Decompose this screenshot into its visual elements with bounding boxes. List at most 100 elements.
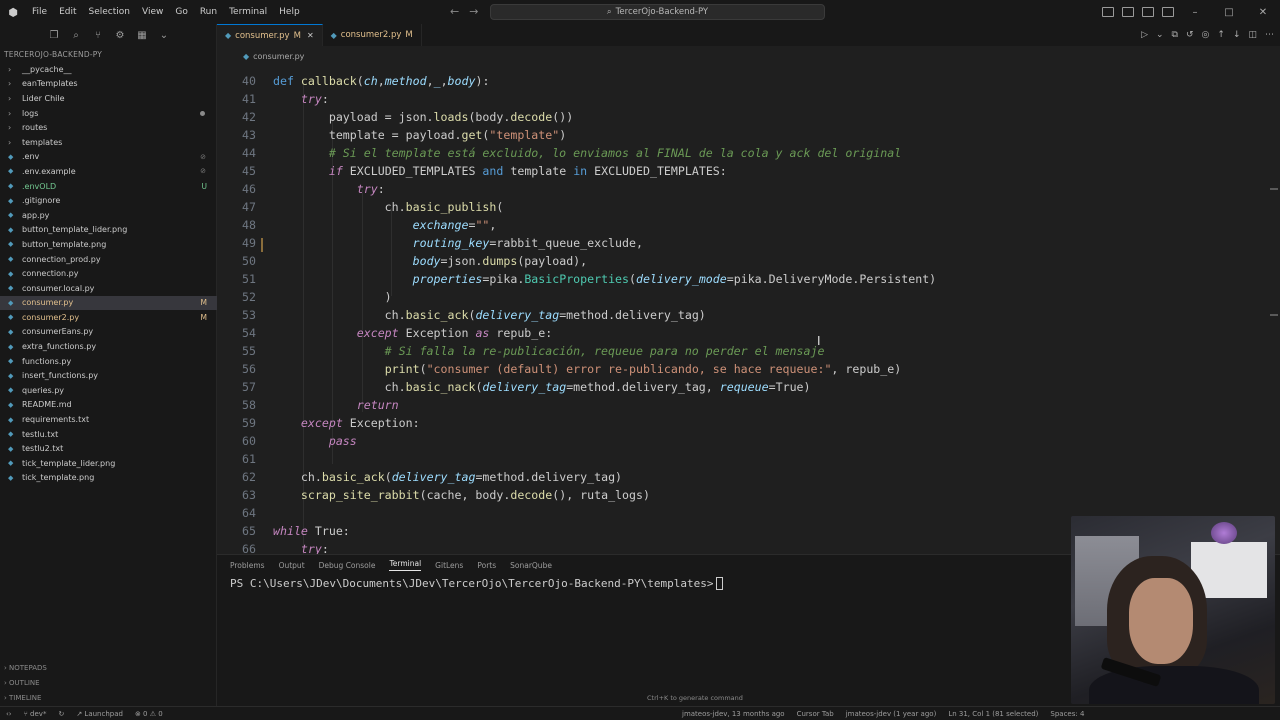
menu-edit[interactable]: Edit	[53, 0, 82, 24]
tree-file[interactable]: ◆ README.md	[0, 398, 217, 413]
tree-file[interactable]: ◆ .envOLD U	[0, 179, 217, 194]
tree-file[interactable]: ◆ testlu2.txt	[0, 441, 217, 456]
section-outline[interactable]: › OUTLINE	[0, 676, 217, 691]
menu-run[interactable]: Run	[194, 0, 223, 24]
menu-view[interactable]: View	[136, 0, 169, 24]
code-token: try	[356, 182, 378, 196]
tree-folder[interactable]: › templates	[0, 135, 217, 150]
tree-folder[interactable]: › __pycache__	[0, 62, 217, 77]
tree-file[interactable]: ◆ requirements.txt	[0, 412, 217, 427]
tree-folder[interactable]: › routes	[0, 120, 217, 135]
explorer-icon[interactable]: ❐	[46, 30, 62, 41]
menu-help[interactable]: Help	[273, 0, 306, 24]
tree-file[interactable]: ◆ button_template.png	[0, 237, 217, 252]
tab-consumer-py[interactable]: ◆ consumer.py M ✕	[217, 24, 323, 46]
close-window-icon[interactable]: ✕	[1246, 7, 1280, 18]
source-control-icon[interactable]: ⑂	[90, 30, 106, 41]
author-status[interactable]: jmateos-jdev (1 year ago)	[840, 710, 943, 718]
maximize-icon[interactable]: □	[1212, 7, 1246, 18]
tree-file[interactable]: ◆ connection_prod.py	[0, 252, 217, 267]
panel-tab-gitlens[interactable]: GitLens	[435, 561, 463, 570]
toggle-panel-icon[interactable]	[1122, 7, 1134, 17]
panel-tab-output[interactable]: Output	[279, 561, 305, 570]
breadcrumb-file[interactable]: consumer.py	[253, 52, 304, 61]
tree-file[interactable]: ◆ consumer2.py M	[0, 310, 217, 325]
git-blame-status[interactable]: jmateos-jdev, 13 months ago	[676, 710, 791, 718]
git-history-icon[interactable]: ↺	[1186, 30, 1194, 40]
launchpad-status[interactable]: ↗ Launchpad	[70, 710, 129, 718]
open-changes-icon[interactable]: ◎	[1202, 30, 1210, 40]
tree-file[interactable]: ◆ button_template_lider.png	[0, 223, 217, 238]
next-change-icon[interactable]: ↓	[1233, 30, 1241, 40]
tab-consumer2-py[interactable]: ◆ consumer2.py M	[323, 24, 422, 46]
editor-scrollbar[interactable]	[1268, 66, 1280, 554]
tree-file[interactable]: ◆ functions.py	[0, 354, 217, 369]
tree-file[interactable]: ◆ tick_template.png	[0, 471, 217, 486]
menu-file[interactable]: File	[26, 0, 53, 24]
menu-selection[interactable]: Selection	[83, 0, 136, 24]
panel-tab-terminal[interactable]: Terminal	[389, 559, 422, 571]
code-token: :	[377, 182, 385, 196]
close-tab-icon[interactable]: ✕	[307, 31, 314, 40]
run-debug-icon[interactable]: ▦	[134, 30, 150, 41]
menu-terminal[interactable]: Terminal	[223, 0, 273, 24]
tree-file[interactable]: ◆ .gitignore	[0, 193, 217, 208]
run-file-icon[interactable]: ▷	[1141, 30, 1148, 40]
panel-tab-problems[interactable]: Problems	[230, 561, 265, 570]
terminal-prompt[interactable]: PS C:\Users\JDev\Documents\JDev\TercerOj…	[230, 577, 724, 590]
tree-file[interactable]: ◆ extra_functions.py	[0, 339, 217, 354]
tree-file[interactable]: ◆ testlu.txt	[0, 427, 217, 442]
back-arrow-icon[interactable]: ←	[450, 0, 459, 24]
extensions-icon[interactable]: ⚙	[112, 30, 128, 41]
panel-tab-sonarqube[interactable]: SonarQube	[510, 561, 552, 570]
previous-change-icon[interactable]: ↑	[1217, 30, 1225, 40]
tree-file[interactable]: ◆ consumerEans.py	[0, 325, 217, 340]
command-center-search[interactable]: ⌕ TercerOjo-Backend-PY	[490, 4, 825, 20]
tree-file[interactable]: ◆ consumer.local.py	[0, 281, 217, 296]
cursor-tab-status[interactable]: Cursor Tab	[791, 710, 840, 718]
indentation-status[interactable]: Spaces: 4	[1044, 710, 1090, 718]
code-line: 44 # Si el template está excluido, lo en…	[217, 144, 1280, 162]
code-token: repub_e:	[489, 326, 553, 340]
split-editor-icon[interactable]: ◫	[1248, 30, 1257, 40]
more-actions-icon[interactable]: ⋯	[1265, 30, 1274, 40]
remote-icon[interactable]: ‹›	[0, 710, 18, 718]
menu-go[interactable]: Go	[169, 0, 193, 24]
cursor-position-status[interactable]: Ln 31, Col 1 (81 selected)	[942, 710, 1044, 718]
tree-file[interactable]: ◆ insert_functions.py	[0, 368, 217, 383]
code-text: try:	[273, 90, 329, 108]
tree-file[interactable]: ◆ tick_template_lider.png	[0, 456, 217, 471]
compare-icon[interactable]: ⧉	[1172, 30, 1178, 40]
toggle-secondary-sidebar-icon[interactable]	[1142, 7, 1154, 17]
panel-tab-ports[interactable]: Ports	[477, 561, 496, 570]
search-view-icon[interactable]: ⌕	[68, 30, 84, 41]
run-dropdown-chevron-icon[interactable]: ⌄	[1156, 30, 1164, 40]
tree-file[interactable]: ◆ .env ⊘	[0, 150, 217, 165]
code-token: ch.	[273, 470, 322, 484]
chevron-right-icon: ›	[8, 108, 12, 118]
tree-folder[interactable]: › logs	[0, 106, 217, 121]
tree-folder[interactable]: › eanTemplates	[0, 77, 217, 92]
tree-file[interactable]: ◆ queries.py	[0, 383, 217, 398]
minimize-icon[interactable]: –	[1178, 7, 1212, 18]
tree-file[interactable]: ◆ consumer.py M	[0, 295, 217, 311]
section-timeline[interactable]: › TIMELINE	[0, 691, 217, 706]
code-line: 54 except Exception as repub_e:	[217, 324, 1280, 342]
panel-tab-debug-console[interactable]: Debug Console	[319, 561, 376, 570]
more-views-chevron-icon[interactable]: ⌄	[156, 30, 172, 41]
tree-file[interactable]: ◆ app.py	[0, 208, 217, 223]
tree-file[interactable]: ◆ .env.example ⊘	[0, 164, 217, 179]
problems-status[interactable]: ⊗ 0 ⚠ 0	[129, 710, 169, 718]
tree-file[interactable]: ◆ connection.py	[0, 266, 217, 281]
code-token: (cache, body.	[419, 488, 511, 502]
customize-layout-icon[interactable]	[1162, 7, 1174, 17]
sync-icon[interactable]: ↻	[52, 710, 70, 718]
toggle-sidebar-icon[interactable]	[1102, 7, 1114, 17]
branch-status[interactable]: ⑂ dev*	[18, 710, 53, 718]
code-editor[interactable]: 40 def callback(ch,method,_,body): 41 try:…	[217, 66, 1280, 554]
code-line: 57 ch.basic_nack(delivery_tag=method.del…	[217, 378, 1280, 396]
forward-arrow-icon[interactable]: →	[469, 0, 478, 24]
section-notepads[interactable]: › NOTEPADS	[0, 661, 217, 676]
tree-folder[interactable]: › Lider Chile	[0, 91, 217, 106]
